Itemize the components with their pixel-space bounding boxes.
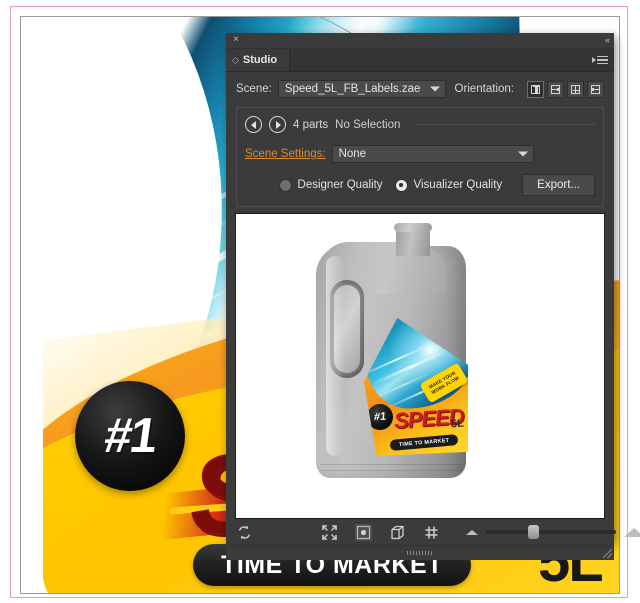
close-icon[interactable]: ×	[231, 35, 241, 45]
bottle-neck	[394, 223, 432, 256]
visualizer-quality-label: Visualizer Quality	[413, 179, 503, 191]
small-mountain-icon[interactable]	[466, 529, 478, 535]
scene-label: Scene:	[236, 83, 272, 95]
label-number-one-text: #1	[373, 410, 387, 424]
toggle-grid-icon[interactable]	[423, 524, 440, 541]
scene-settings-value: None	[338, 148, 367, 160]
toggle-box-icon[interactable]	[389, 524, 406, 541]
label-tagline-text: TIME TO MARKET	[398, 437, 450, 448]
panel-body: Scene: Speed_5L_FB_Labels.zae Orientatio…	[226, 72, 614, 213]
bottle-3d-render[interactable]: MAKE YOUR WORK FLOW #1 SPEED 5L TIME TO …	[308, 223, 478, 481]
number-one-badge: #1	[75, 381, 185, 491]
panel-statusbar	[226, 545, 614, 560]
orientation-label: Orientation:	[454, 83, 514, 95]
tab-studio-label: Studio	[242, 54, 278, 66]
export-button[interactable]: Export...	[522, 174, 595, 196]
bottle-base-line-2	[320, 470, 462, 471]
zoom-slider-knob[interactable]	[528, 525, 539, 539]
visualizer-quality-radio[interactable]: Visualizer Quality	[394, 178, 503, 192]
selection-status-label: No Selection	[335, 118, 401, 131]
previous-part-icon[interactable]	[245, 116, 262, 133]
preview-wrapper: MAKE YOUR WORK FLOW #1 SPEED 5L TIME TO …	[226, 213, 614, 519]
scene-select[interactable]: Speed_5L_FB_Labels.zae	[277, 80, 446, 98]
parts-count-label: 4 parts	[293, 118, 329, 131]
orientation-left-button[interactable]	[587, 80, 604, 98]
chevron-down-icon	[429, 86, 440, 92]
bottle-base-line	[320, 464, 462, 465]
scene-settings-select[interactable]: None	[331, 145, 534, 163]
fit-to-screen-icon[interactable]	[321, 524, 338, 541]
scene-settings-row: Scene Settings: None	[245, 145, 595, 163]
designer-quality-label: Designer Quality	[297, 179, 383, 191]
zoom-slider[interactable]	[486, 525, 616, 539]
chevron-down-icon	[517, 151, 528, 157]
scene-settings-group: 4 parts No Selection Scene Settings: Non…	[236, 107, 604, 207]
tab-studio[interactable]: ◇ Studio	[226, 49, 291, 71]
zoom-slider-group	[466, 525, 640, 539]
bottle-highlight	[326, 256, 344, 456]
preview-toggle-group	[321, 523, 440, 541]
large-mountain-icon[interactable]	[624, 527, 640, 537]
next-part-icon[interactable]	[269, 116, 286, 133]
panel-tabstrip: ◇ Studio	[226, 49, 614, 72]
preview-toolbar	[226, 519, 640, 545]
orientation-front-button[interactable]	[527, 80, 544, 98]
scene-settings-label[interactable]: Scene Settings:	[245, 148, 326, 160]
toggle-background-icon[interactable]	[355, 523, 372, 541]
panel-resize-grip[interactable]	[603, 549, 612, 558]
preview-canvas[interactable]: MAKE YOUR WORK FLOW #1 SPEED 5L TIME TO …	[235, 213, 605, 519]
designer-quality-radio[interactable]: Designer Quality	[278, 178, 383, 192]
radio-unselected-icon	[278, 178, 292, 192]
scene-select-value: Speed_5L_FB_Labels.zae	[284, 83, 421, 95]
refresh-render-icon[interactable]	[236, 524, 253, 541]
number-one-badge-text: #1	[100, 409, 160, 463]
panel-titlebar[interactable]: × «	[226, 33, 614, 49]
panel-menu-icon[interactable]	[592, 54, 608, 66]
label-volume-text: 5L	[450, 417, 465, 431]
studio-panel: × « ◇ Studio Scene: Speed_5L_FB_Labels.z…	[226, 33, 640, 560]
divider	[415, 124, 595, 125]
scene-row: Scene: Speed_5L_FB_Labels.zae Orientatio…	[236, 80, 604, 98]
radio-selected-icon	[394, 178, 408, 192]
orientation-right-button[interactable]	[547, 80, 564, 98]
collapse-panel-icon[interactable]: «	[605, 35, 610, 45]
parts-navigation-row: 4 parts No Selection	[245, 116, 595, 133]
orientation-top-button[interactable]	[567, 80, 584, 98]
quality-row: Designer Quality Visualizer Quality Expo…	[245, 174, 595, 196]
orientation-button-group	[527, 80, 604, 98]
screenshot-stage: SPEED #1 TIME TO MARKET 5L × « ◇ Studio	[0, 0, 640, 603]
panel-drag-grip[interactable]	[407, 551, 433, 555]
tab-diamond-icon: ◇	[232, 54, 239, 65]
